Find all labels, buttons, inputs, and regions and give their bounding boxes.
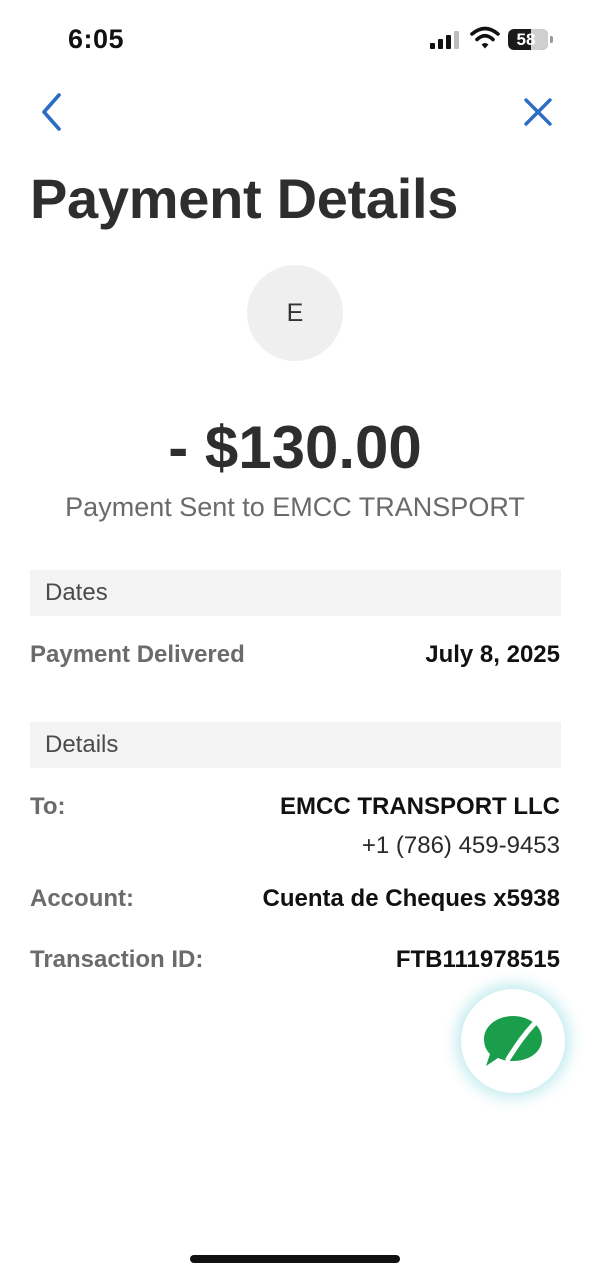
recipient-name: EMCC TRANSPORT LLC (280, 793, 560, 820)
chevron-left-icon (42, 93, 61, 131)
payment-delivered-label: Payment Delivered (30, 641, 245, 668)
dates-section-header: Dates (30, 570, 561, 616)
home-indicator[interactable] (190, 1255, 400, 1263)
payment-description: Payment Sent to EMCC TRANSPORT (65, 492, 525, 522)
payment-delivered-value: July 8, 2025 (425, 641, 560, 668)
chat-bubble-icon (484, 1016, 542, 1066)
payment-amount: - $130.00 (168, 414, 422, 481)
close-icon (524, 98, 552, 126)
chat-button[interactable] (461, 989, 565, 1093)
to-label: To: (30, 793, 66, 820)
cellular-signal-icon (430, 31, 462, 49)
payee-avatar: E (247, 265, 343, 361)
transaction-id-label: Transaction ID: (30, 946, 204, 973)
status-time: 6:05 (68, 24, 125, 54)
close-button[interactable] (516, 90, 560, 134)
page-title: Payment Details (30, 167, 459, 230)
battery-icon: 58 (508, 29, 553, 50)
transaction-id-value: FTB111978515 (395, 946, 560, 973)
recipient-phone[interactable]: +1 (786) 459-9453 (362, 832, 560, 860)
battery-level: 58 (516, 30, 536, 49)
account-value: Cuenta de Cheques x5938 (262, 885, 560, 912)
status-bar: 6:05 58 (0, 0, 590, 80)
back-button[interactable] (30, 90, 74, 134)
wifi-icon (470, 26, 500, 50)
details-section-header: Details (30, 722, 561, 768)
account-label: Account: (30, 885, 134, 912)
